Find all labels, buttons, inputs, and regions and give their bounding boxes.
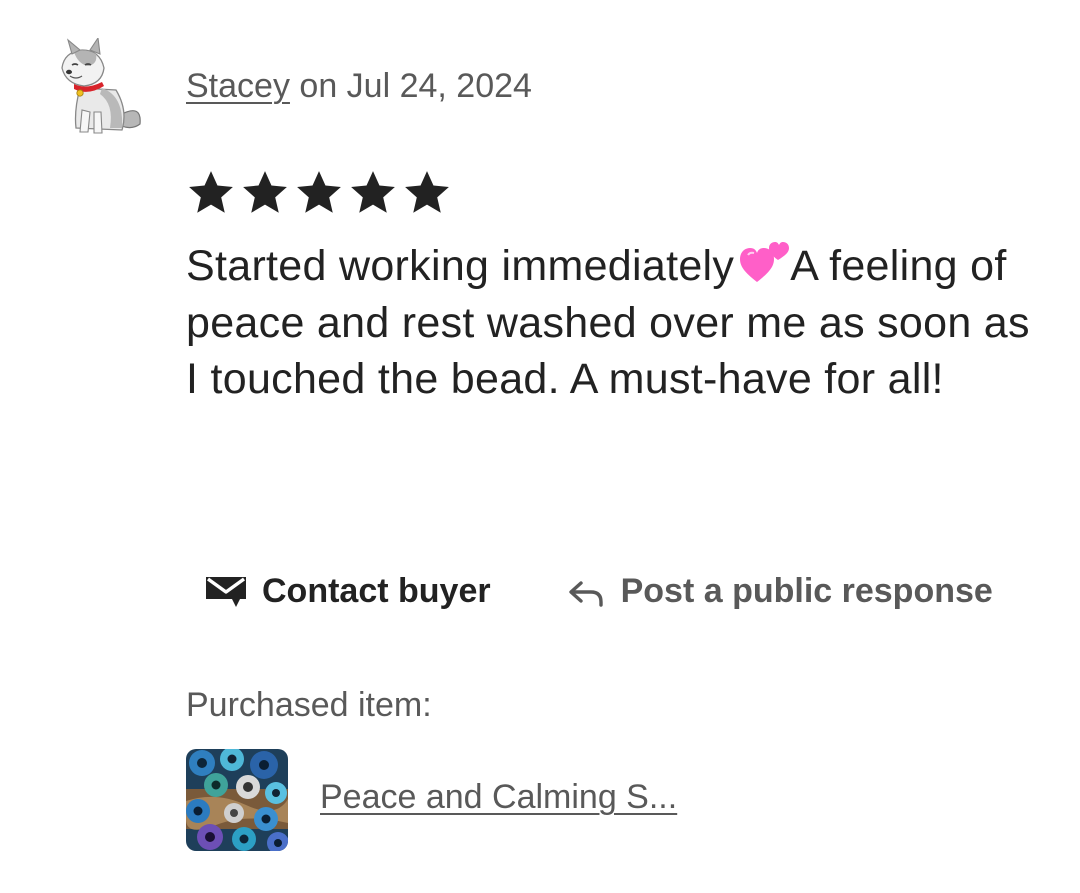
reviewer-avatar[interactable] [52, 36, 148, 138]
reviewer-name-link[interactable]: Stacey [186, 67, 290, 105]
star-icon [189, 171, 233, 213]
reply-arrow-icon [568, 580, 603, 607]
envelope-icon [206, 576, 246, 607]
star-rating [186, 168, 452, 218]
review-text-part1: Started working immediately [186, 242, 735, 290]
contact-buyer-label: Contact buyer [262, 572, 491, 610]
purchased-item-thumbnail[interactable] [186, 749, 288, 851]
star-icon [405, 171, 449, 213]
post-public-response-label: Post a public response [620, 572, 993, 610]
star-icon [297, 171, 341, 213]
review-actions: Contact buyer Post a public response [204, 572, 993, 611]
review-byline: Stacey on Jul 24, 2024 [186, 64, 532, 108]
purchased-item-title-link[interactable]: Peace and Calming S... [320, 778, 677, 817]
two-hearts-icon [738, 238, 790, 286]
purchased-item-label: Purchased item: [186, 686, 432, 724]
post-public-response-button[interactable]: Post a public response [567, 572, 993, 611]
star-icon [243, 171, 287, 213]
review-text: Started working immediately A feeling of… [186, 238, 1046, 408]
star-icon [351, 171, 395, 213]
contact-buyer-button[interactable]: Contact buyer [204, 572, 491, 611]
review-date: on Jul 24, 2024 [299, 67, 532, 105]
